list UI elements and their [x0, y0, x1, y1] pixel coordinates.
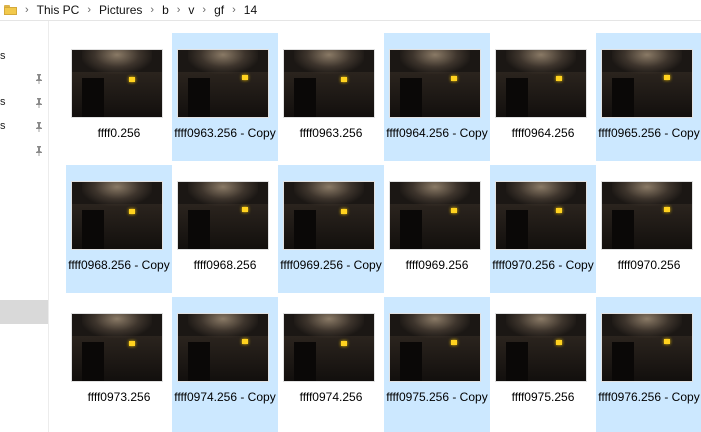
- file-item[interactable]: ffff0975.256: [490, 297, 596, 432]
- file-thumbnail: [390, 182, 480, 249]
- chevron-right-icon[interactable]: ›: [150, 4, 154, 16]
- chevron-right-icon[interactable]: ›: [87, 4, 91, 16]
- file-item[interactable]: ffff0970.256: [596, 165, 701, 293]
- file-thumbnail: [390, 314, 480, 381]
- file-item[interactable]: ffff0968.256: [172, 165, 278, 293]
- file-item[interactable]: ffff0969.256: [384, 165, 490, 293]
- file-item[interactable]: ffff0963.256: [278, 33, 384, 161]
- file-thumbnail: [178, 182, 268, 249]
- file-item[interactable]: ffff0974.256 - Copy: [172, 297, 278, 432]
- breadcrumb-v[interactable]: v: [188, 3, 194, 17]
- file-name: ffff0970.256: [617, 258, 681, 272]
- file-item[interactable]: ffff0963.256 - Copy: [172, 33, 278, 161]
- file-thumbnail: [496, 314, 586, 381]
- breadcrumb-14[interactable]: 14: [244, 3, 257, 17]
- chevron-right-icon[interactable]: ›: [25, 4, 29, 16]
- file-thumbnail: [602, 314, 692, 381]
- file-thumbnail: [284, 182, 374, 249]
- file-item[interactable]: ffff0970.256 - Copy: [490, 165, 596, 293]
- file-name: ffff0963.256: [299, 126, 363, 140]
- file-name: ffff0975.256 - Copy: [386, 390, 488, 404]
- file-name: ffff0969.256 - Copy: [280, 258, 382, 272]
- nav-item-selected[interactable]: [0, 300, 48, 324]
- file-item[interactable]: ffff0964.256: [490, 33, 596, 161]
- file-thumbnail: [496, 50, 586, 117]
- navigation-pane: s s s: [0, 21, 49, 432]
- file-thumbnail: [178, 314, 268, 381]
- breadcrumb: › This PC › Pictures › b › v › gf › 14: [0, 0, 701, 21]
- file-item[interactable]: ffff0964.256 - Copy: [384, 33, 490, 161]
- file-name: ffff0969.256: [405, 258, 469, 272]
- file-thumbnail: [284, 50, 374, 117]
- file-name: ffff0976.256 - Copy: [598, 390, 700, 404]
- file-thumbnail: [390, 50, 480, 117]
- file-name: ffff0.256: [97, 126, 141, 140]
- nav-item-label: s: [0, 120, 6, 132]
- nav-item[interactable]: s: [0, 50, 48, 66]
- nav-item[interactable]: s: [0, 120, 48, 136]
- file-item[interactable]: ffff0974.256: [278, 297, 384, 432]
- nav-item[interactable]: [0, 72, 48, 88]
- nav-item[interactable]: s: [0, 96, 48, 112]
- chevron-right-icon[interactable]: ›: [232, 4, 236, 16]
- file-item[interactable]: ffff0976.256 - Copy: [596, 297, 701, 432]
- pin-icon: [35, 122, 43, 132]
- breadcrumb-gf[interactable]: gf: [214, 3, 224, 17]
- file-thumbnail: [72, 182, 162, 249]
- file-thumbnail: [178, 50, 268, 117]
- file-thumbnail: [602, 50, 692, 117]
- file-name: ffff0968.256: [193, 258, 257, 272]
- file-name: ffff0965.256 - Copy: [598, 126, 700, 140]
- chevron-right-icon[interactable]: ›: [177, 4, 181, 16]
- pin-icon: [35, 98, 43, 108]
- file-name: ffff0968.256 - Copy: [68, 258, 170, 272]
- file-name: ffff0964.256: [511, 126, 575, 140]
- file-item[interactable]: ffff0975.256 - Copy: [384, 297, 490, 432]
- file-item[interactable]: ffff0965.256 - Copy: [596, 33, 701, 161]
- file-item[interactable]: ffff0.256: [66, 33, 172, 161]
- file-name: ffff0963.256 - Copy: [174, 126, 276, 140]
- breadcrumb-b[interactable]: b: [162, 3, 169, 17]
- nav-item[interactable]: [0, 144, 48, 160]
- file-grid: ffff0.256 ffff0963.256 - Copy ffff0963.256…: [52, 21, 701, 432]
- folder-icon: [4, 5, 17, 15]
- pin-icon: [35, 74, 43, 84]
- breadcrumb-pictures[interactable]: Pictures: [99, 3, 142, 17]
- file-item[interactable]: ffff0969.256 - Copy: [278, 165, 384, 293]
- file-name: ffff0973.256: [87, 390, 151, 404]
- file-name: ffff0975.256: [511, 390, 575, 404]
- breadcrumb-this-pc[interactable]: This PC: [37, 3, 80, 17]
- nav-item-label: s: [0, 50, 6, 62]
- file-name: ffff0970.256 - Copy: [492, 258, 594, 272]
- file-thumbnail: [72, 314, 162, 381]
- file-name: ffff0974.256: [299, 390, 363, 404]
- pin-icon: [35, 146, 43, 156]
- file-thumbnail: [496, 182, 586, 249]
- file-name: ffff0974.256 - Copy: [174, 390, 276, 404]
- file-thumbnail: [602, 182, 692, 249]
- chevron-right-icon[interactable]: ›: [202, 4, 206, 16]
- file-name: ffff0964.256 - Copy: [386, 126, 488, 140]
- file-thumbnail: [284, 314, 374, 381]
- nav-item-label: s: [0, 96, 6, 108]
- file-item[interactable]: ffff0973.256: [66, 297, 172, 432]
- file-item[interactable]: ffff0968.256 - Copy: [66, 165, 172, 293]
- file-thumbnail: [72, 50, 162, 117]
